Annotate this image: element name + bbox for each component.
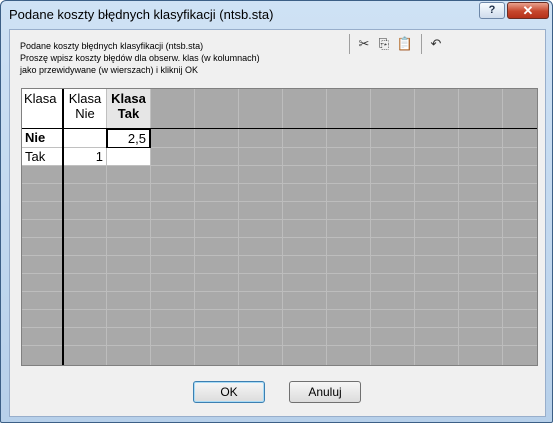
dialog-window: Podane koszty błędnych klasyfikacji (nts… — [0, 0, 553, 423]
column-header-line1: Klasa — [111, 91, 146, 106]
row-header-tak[interactable]: Tak — [22, 148, 63, 166]
cost-cell-nie-tak[interactable]: 2,5 — [106, 128, 151, 149]
ok-button[interactable]: OK — [193, 381, 265, 403]
column-header-klasa-nie[interactable]: Klasa Nie — [64, 89, 107, 129]
row-header-divider — [62, 89, 64, 365]
undo-icon[interactable]: ↶ — [427, 35, 445, 53]
row-header-nie[interactable]: Nie — [22, 129, 63, 148]
corner-label: Klasa — [24, 91, 57, 106]
edit-toolbar: ✂ ⎘ 📋 ↶ — [349, 32, 449, 56]
copy-icon[interactable]: ⎘ — [375, 35, 393, 53]
instruction-line-2: Proszę wpisz koszty błędów dla obserw. k… — [20, 53, 260, 63]
corner-header: Klasa — [22, 89, 63, 129]
column-header-line2: Tak — [117, 106, 140, 121]
close-button[interactable]: ✕ — [507, 2, 549, 19]
cancel-button[interactable]: Anuluj — [289, 381, 361, 403]
column-header-line1: Klasa — [68, 91, 102, 106]
cost-cell-nie-nie[interactable] — [64, 129, 107, 148]
column-header-klasa-tak[interactable]: Klasa Tak — [107, 89, 151, 129]
instructions: Podane koszty błędnych klasyfikacji (nts… — [20, 40, 260, 76]
toolbar-separator — [349, 34, 350, 54]
column-header-divider — [22, 128, 537, 129]
cost-matrix-spreadsheet[interactable]: Klasa Klasa Nie Klasa Tak Nie 2,5 Tak 1 — [21, 88, 538, 366]
paste-icon[interactable]: 📋 — [396, 35, 414, 53]
toolbar-separator — [421, 34, 422, 54]
column-header-line2: Nie — [75, 106, 95, 121]
instruction-line-3: jako przewidywane (w wierszach) i klikni… — [20, 65, 199, 75]
cost-cell-tak-nie[interactable]: 1 — [64, 148, 107, 166]
cost-cell-tak-tak[interactable] — [107, 148, 151, 166]
instruction-line-1: Podane koszty błędnych klasyfikacji (nts… — [20, 41, 204, 51]
dialog-body: Podane koszty błędnych klasyfikacji (nts… — [9, 29, 546, 417]
cut-icon[interactable]: ✂ — [355, 35, 373, 53]
title-bar[interactable]: Podane koszty błędnych klasyfikacji (nts… — [1, 1, 552, 29]
window-title: Podane koszty błędnych klasyfikacji (nts… — [9, 7, 274, 22]
help-button[interactable]: ? — [479, 2, 505, 19]
